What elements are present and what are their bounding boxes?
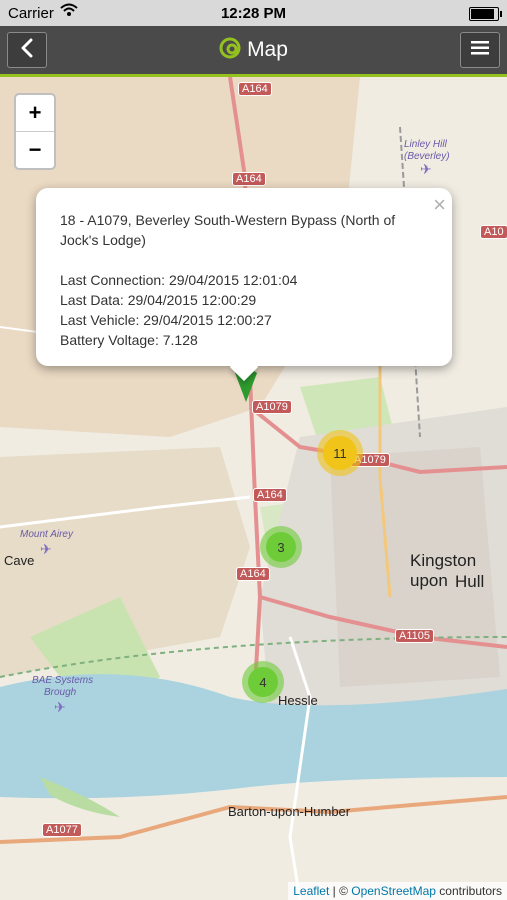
page-title-group: Map bbox=[0, 37, 507, 65]
road-label: A164 bbox=[238, 82, 272, 96]
page-title: Map bbox=[247, 38, 288, 61]
place-label-linley-hill: Linley Hill bbox=[404, 139, 447, 150]
road-label: A164 bbox=[232, 172, 266, 186]
popup-battery-voltage: Battery Voltage: 7.128 bbox=[60, 332, 198, 348]
place-label-brough: Brough bbox=[44, 687, 77, 698]
leaflet-link[interactable]: Leaflet bbox=[293, 884, 329, 898]
marker-popup: × 18 - A1079, Beverley South-Western Byp… bbox=[36, 188, 452, 382]
popup-last-data: Last Data: 29/04/2015 12:00:29 bbox=[60, 292, 257, 308]
nav-bar: Map bbox=[0, 26, 507, 77]
zoom-out-button[interactable]: − bbox=[16, 132, 54, 168]
airport-icon: ✈ bbox=[54, 699, 66, 715]
attribution-contributors: contributors bbox=[435, 884, 502, 898]
marker-cluster[interactable]: 4 bbox=[242, 661, 284, 703]
osm-link[interactable]: OpenStreetMap bbox=[351, 884, 436, 898]
cluster-count: 11 bbox=[323, 436, 357, 470]
road-label: A10 bbox=[480, 225, 507, 239]
zoom-in-button[interactable]: + bbox=[16, 95, 54, 132]
cluster-count: 4 bbox=[248, 667, 278, 697]
place-label-hull: Hull bbox=[455, 572, 485, 591]
popup-last-vehicle: Last Vehicle: 29/04/2015 12:00:27 bbox=[60, 312, 272, 328]
clock: 12:28 PM bbox=[220, 5, 287, 22]
airport-icon: ✈ bbox=[420, 161, 432, 177]
close-icon[interactable]: × bbox=[433, 192, 446, 218]
menu-button[interactable] bbox=[460, 32, 500, 68]
marker-cluster[interactable]: 3 bbox=[260, 526, 302, 568]
status-bar: Carrier 12:28 PM bbox=[0, 0, 507, 26]
app-logo-icon bbox=[219, 37, 241, 65]
marker-cluster[interactable]: 11 bbox=[317, 430, 363, 476]
airport-icon: ✈ bbox=[40, 541, 52, 557]
place-label-mount-airey: Mount Airey bbox=[20, 529, 73, 540]
map-attribution: Leaflet | © OpenStreetMap contributors bbox=[288, 882, 507, 900]
battery-icon bbox=[469, 7, 502, 21]
road-label: A1105 bbox=[395, 629, 434, 643]
place-label-cave: Cave bbox=[4, 553, 35, 568]
place-label-barton: Barton-upon-Humber bbox=[228, 804, 351, 819]
popup-content: 18 - A1079, Beverley South-Western Bypas… bbox=[60, 210, 418, 350]
place-label-bae: BAE Systems bbox=[32, 675, 94, 686]
road-label: A164 bbox=[236, 567, 270, 581]
road-label: A1077 bbox=[42, 823, 82, 837]
map-view[interactable]: Kingston upon Hull Hessle Cave Barton-up… bbox=[0, 77, 507, 900]
attribution-separator: | © bbox=[329, 884, 352, 898]
zoom-control: + − bbox=[14, 93, 56, 170]
road-label: A164 bbox=[253, 488, 287, 502]
popup-last-connection: Last Connection: 29/04/2015 12:01:04 bbox=[60, 272, 298, 288]
cluster-count: 3 bbox=[266, 532, 296, 562]
popup-title: 18 - A1079, Beverley South-Western Bypas… bbox=[60, 212, 396, 248]
hamburger-menu-icon bbox=[471, 40, 489, 60]
place-label-hessle: Hessle bbox=[278, 693, 318, 708]
